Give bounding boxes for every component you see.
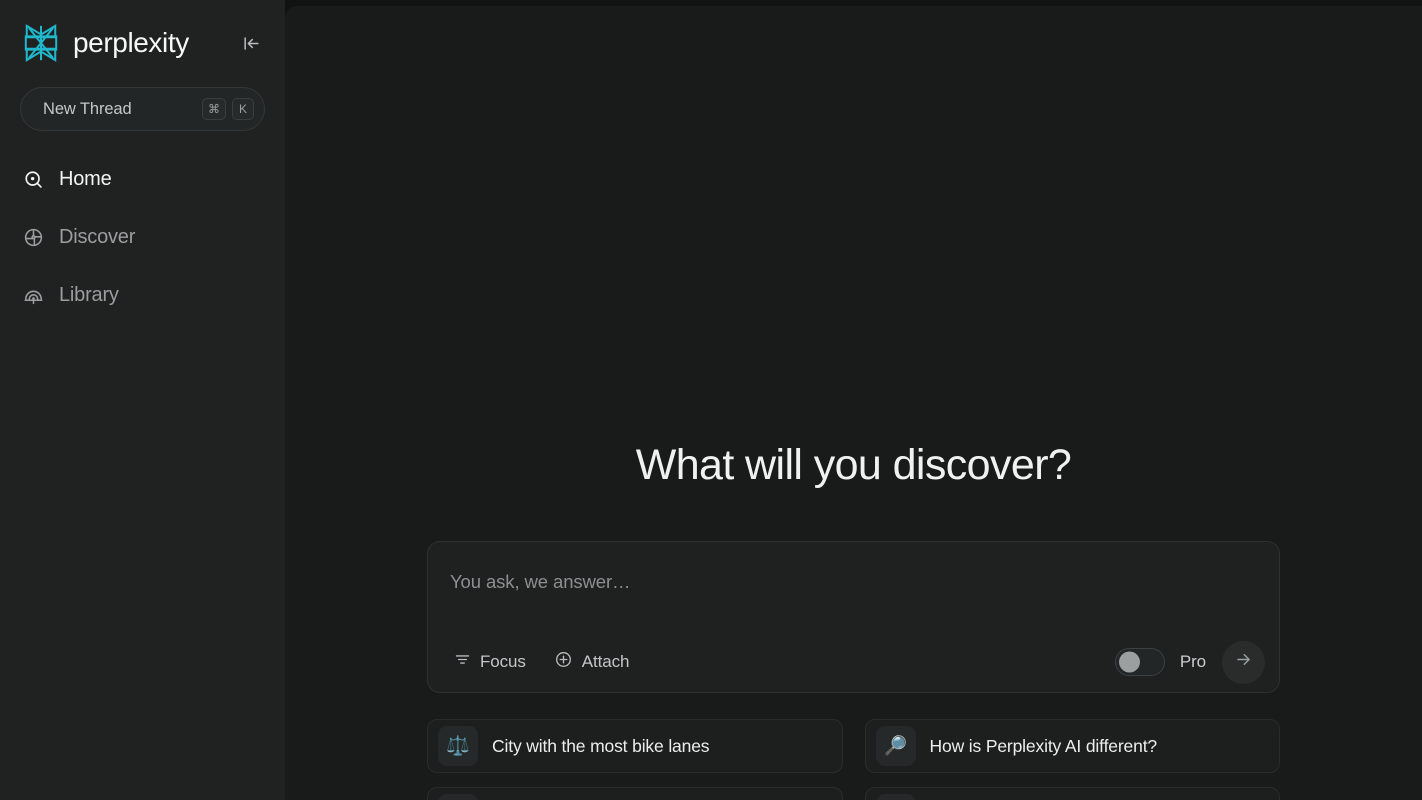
- suggestion-text-1: City with the most bike lanes: [492, 735, 710, 756]
- home-search-icon: [22, 168, 44, 190]
- suggestion-icon-4: [875, 794, 916, 800]
- perplexity-starburst-logo[interactable]: [22, 23, 60, 63]
- focus-label: Focus: [480, 652, 526, 671]
- ask-input-placeholder[interactable]: You ask, we answer…: [450, 571, 631, 593]
- sidebar-item-home[interactable]: Home: [20, 159, 265, 199]
- submit-button[interactable]: [1222, 640, 1265, 684]
- pro-toggle[interactable]: [1114, 648, 1165, 676]
- magnifier-icon: 🔎: [875, 726, 916, 766]
- focus-button[interactable]: Focus: [448, 645, 532, 679]
- attach-button[interactable]: Attach: [548, 645, 636, 679]
- new-thread-button[interactable]: New Thread ⌘ K: [20, 87, 265, 131]
- center-column: What will you discover? You ask, we answ…: [285, 6, 1422, 800]
- new-thread-label: New Thread: [43, 99, 132, 118]
- sidebar-nav: Home Discover Library: [20, 159, 265, 333]
- brand-row: perplexity: [20, 0, 265, 86]
- suggestion-text-2: How is Perplexity AI different?: [929, 735, 1158, 756]
- suggestion-icon-3: [438, 794, 478, 800]
- globe-icon: [22, 226, 44, 248]
- sidebar-item-label-library: Library: [59, 283, 119, 306]
- ask-box[interactable]: You ask, we answer… Focus Attach Pro: [427, 541, 1280, 693]
- sidebar-item-label-discover: Discover: [59, 225, 136, 248]
- brand-name: perplexity: [73, 27, 189, 58]
- sidebar-item-discover[interactable]: Discover: [20, 217, 265, 257]
- key-chip-k: K: [232, 98, 254, 120]
- key-chip-command: ⌘: [202, 98, 226, 120]
- perplexity-app: perplexity New Thread ⌘ K Home Discover …: [0, 0, 1422, 800]
- suggestion-card-4[interactable]: [864, 787, 1280, 800]
- suggestion-card-2[interactable]: 🔎 How is Perplexity AI different?: [864, 719, 1280, 773]
- attach-label: Attach: [581, 652, 630, 671]
- suggestion-grid: ⚖️ City with the most bike lanes 🔎 How i…: [427, 719, 1280, 800]
- ask-toolbar: Focus Attach Pro: [428, 632, 1279, 692]
- filter-sliders-icon: [454, 651, 471, 673]
- main-content: What will you discover? You ask, we answ…: [285, 6, 1422, 800]
- suggestion-card-3[interactable]: [427, 787, 843, 800]
- library-arc-icon: [22, 284, 44, 306]
- sidebar: perplexity New Thread ⌘ K Home Discover …: [0, 0, 285, 800]
- circle-plus-icon: [554, 650, 573, 674]
- sidebar-item-label-home: Home: [59, 167, 112, 190]
- sidebar-item-library[interactable]: Library: [20, 275, 265, 315]
- new-thread-shortcut: ⌘ K: [202, 98, 254, 120]
- pro-toggle-knob: [1118, 651, 1140, 673]
- ask-toolbar-right: Pro: [1114, 640, 1265, 684]
- pro-label: Pro: [1179, 652, 1206, 671]
- balance-scale-icon: ⚖️: [438, 726, 478, 766]
- main-wrap: What will you discover? You ask, we answ…: [285, 0, 1422, 800]
- arrow-right-icon: [1234, 650, 1253, 674]
- collapse-sidebar-icon[interactable]: [237, 29, 265, 57]
- suggestion-card-1[interactable]: ⚖️ City with the most bike lanes: [427, 719, 843, 773]
- page-title: What will you discover?: [635, 441, 1072, 489]
